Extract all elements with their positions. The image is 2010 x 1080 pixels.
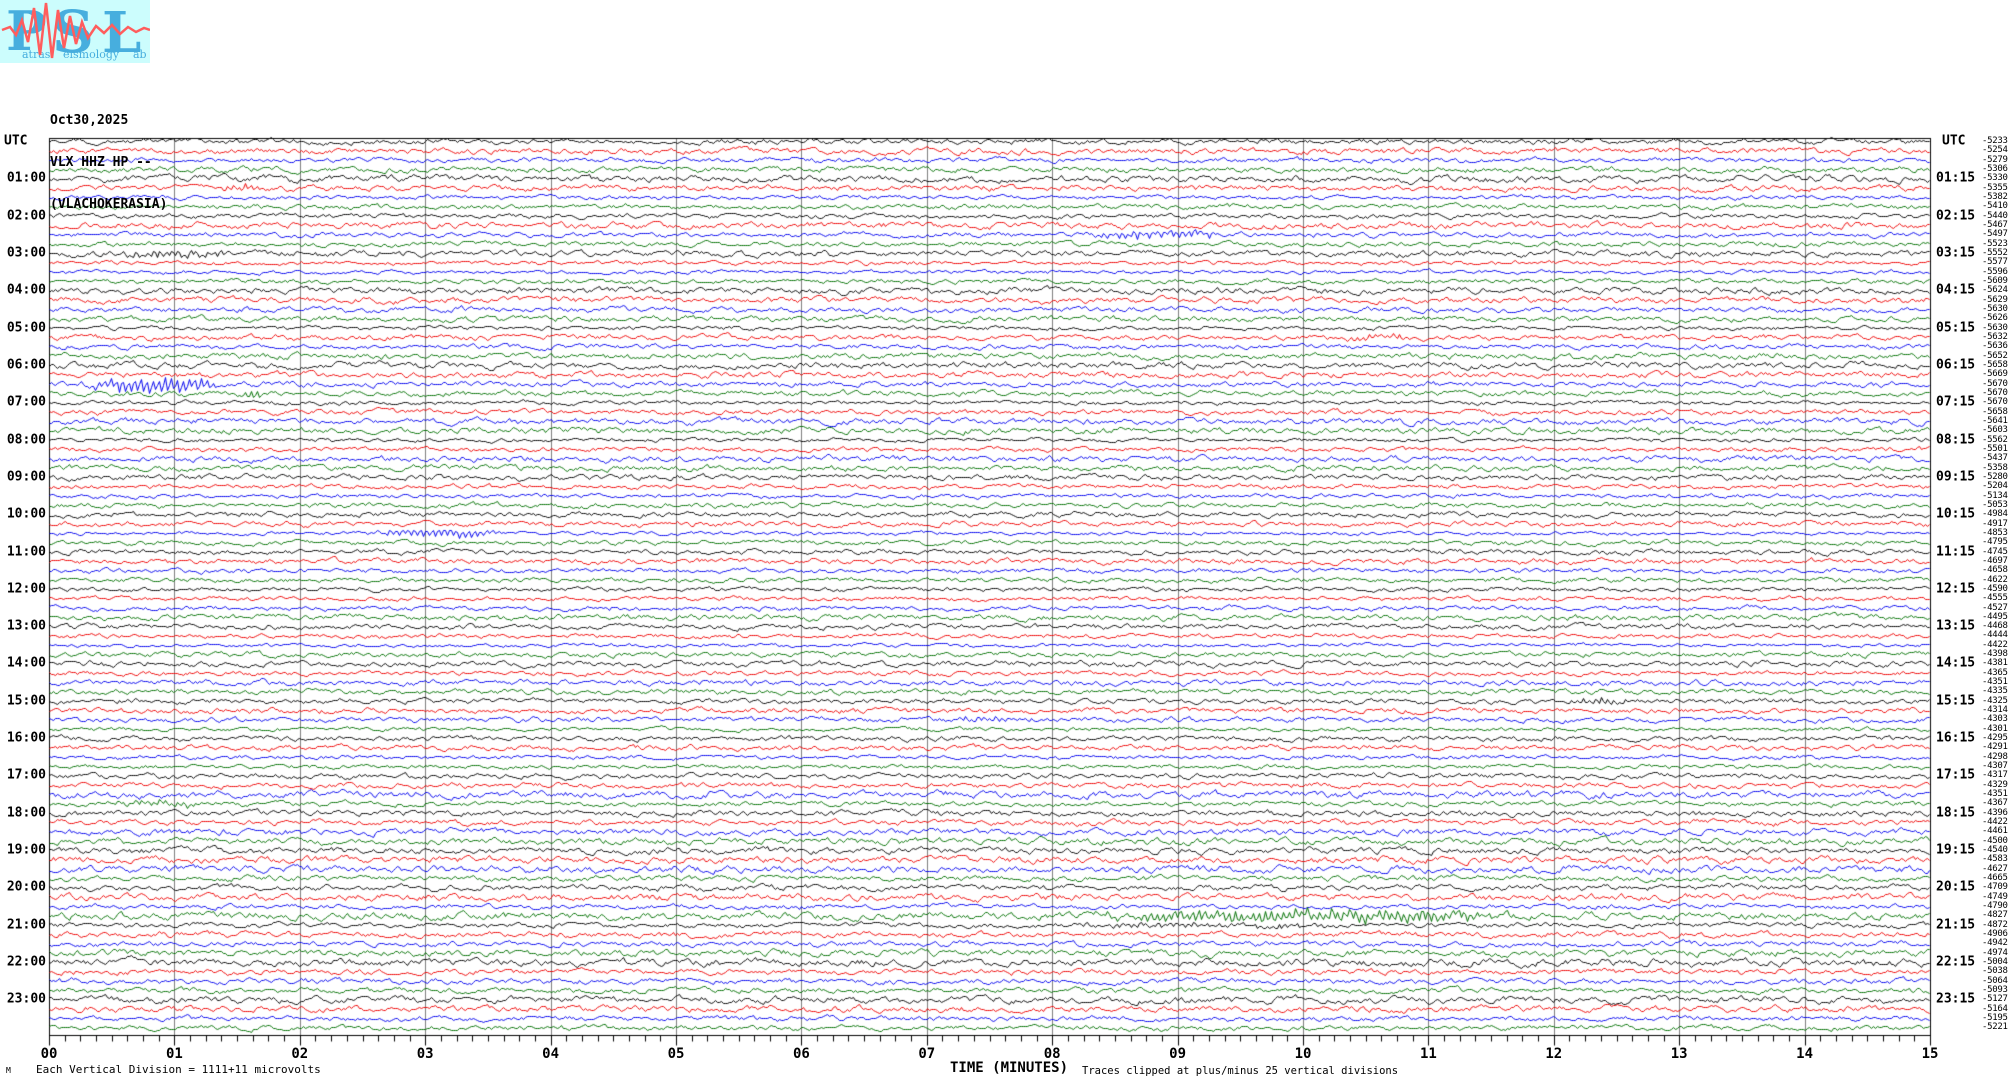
right-hour-label: 21:15 [1936,917,1976,933]
left-hour-label: 10:00 [6,506,46,522]
x-tick-label: 05 [667,1046,685,1062]
right-hour-label: 03:15 [1936,245,1976,261]
right-hour-label: 18:15 [1936,805,1976,821]
helicorder-canvas [0,0,2010,1080]
left-hour-label: 15:00 [6,693,46,709]
header-station-name: (VLACHOKERASIA) [50,197,168,212]
trace-end-value: -5221 [1982,1022,2008,1033]
right-hour-label: 05:15 [1936,320,1976,336]
header-date: Oct30,2025 [50,113,129,128]
x-tick-label: 11 [1419,1046,1437,1062]
helicorder-page: P S L atras eismology ab Oct30,2025 VLX … [0,0,2010,1080]
right-hour-label: 06:15 [1936,357,1976,373]
logo-word-ab: ab [133,48,147,61]
left-hour-label: 17:00 [6,767,46,783]
left-hour-label: 23:00 [6,991,46,1007]
corner-mark: M [6,1066,11,1075]
right-hour-label: 20:15 [1936,879,1976,895]
right-hour-label: 01:15 [1936,170,1976,186]
right-hour-label: 14:15 [1936,655,1976,671]
right-hour-label: 16:15 [1936,730,1976,746]
left-hour-label: 16:00 [6,730,46,746]
left-hour-label: 02:00 [6,208,46,224]
right-hour-label: 11:15 [1936,544,1976,560]
left-hour-label: 07:00 [6,394,46,410]
x-tick-label: 03 [416,1046,434,1062]
left-hour-label: 12:00 [6,581,46,597]
right-hour-label: 15:15 [1936,693,1976,709]
left-hour-label: 05:00 [6,320,46,336]
left-hour-label: 03:00 [6,245,46,261]
right-hour-label: 10:15 [1936,506,1976,522]
left-hour-label: 22:00 [6,954,46,970]
left-hour-label: 06:00 [6,357,46,373]
utc-label-right: UTC [1942,133,1966,149]
plot-header: Oct30,2025 VLX HHZ HP -- (VLACHOKERASIA) [50,86,167,240]
left-hour-label: 08:00 [6,432,46,448]
x-tick-label: 14 [1796,1046,1814,1062]
right-hour-label: 02:15 [1936,208,1976,224]
right-hour-label: 09:15 [1936,469,1976,485]
x-tick-label: 12 [1545,1046,1563,1062]
right-hour-label: 08:15 [1936,432,1976,448]
left-hour-label: 18:00 [6,805,46,821]
x-tick-label: 15 [1921,1046,1939,1062]
right-hour-label: 23:15 [1936,991,1976,1007]
left-hour-label: 21:00 [6,917,46,933]
left-hour-label: 20:00 [6,879,46,895]
x-tick-label: 01 [165,1046,183,1062]
left-hour-label: 14:00 [6,655,46,671]
x-axis-title: TIME (MINUTES) [950,1060,1069,1076]
right-hour-label: 19:15 [1936,842,1976,858]
x-tick-label: 07 [918,1046,936,1062]
left-hour-label: 09:00 [6,469,46,485]
left-hour-label: 13:00 [6,618,46,634]
x-tick-label: 09 [1169,1046,1187,1062]
utc-label-left: UTC [4,133,28,149]
right-hour-label: 13:15 [1936,618,1976,634]
vertical-division-note: Each Vertical Division = 1111+11 microvo… [36,1063,321,1076]
logo-word-eismology: eismology [63,48,120,61]
right-hour-label: 17:15 [1936,767,1976,783]
x-tick-label: 13 [1670,1046,1688,1062]
left-hour-label: 19:00 [6,842,46,858]
x-tick-label: 02 [291,1046,309,1062]
right-hour-label: 07:15 [1936,394,1976,410]
x-tick-label: 04 [542,1046,560,1062]
right-hour-label: 12:15 [1936,581,1976,597]
header-channel: VLX HHZ HP -- [50,155,152,170]
psl-logo: P S L atras eismology ab [0,0,150,63]
x-tick-label: 06 [792,1046,810,1062]
left-hour-label: 11:00 [6,544,46,560]
right-hour-label: 22:15 [1936,954,1976,970]
right-hour-label: 04:15 [1936,282,1976,298]
clip-note: Traces clipped at plus/minus 25 vertical… [1082,1065,1399,1077]
x-tick-label: 00 [40,1046,58,1062]
x-tick-label: 10 [1294,1046,1312,1062]
logo-word-atras: atras [22,48,51,61]
left-hour-label: 04:00 [6,282,46,298]
left-hour-label: 01:00 [6,170,46,186]
